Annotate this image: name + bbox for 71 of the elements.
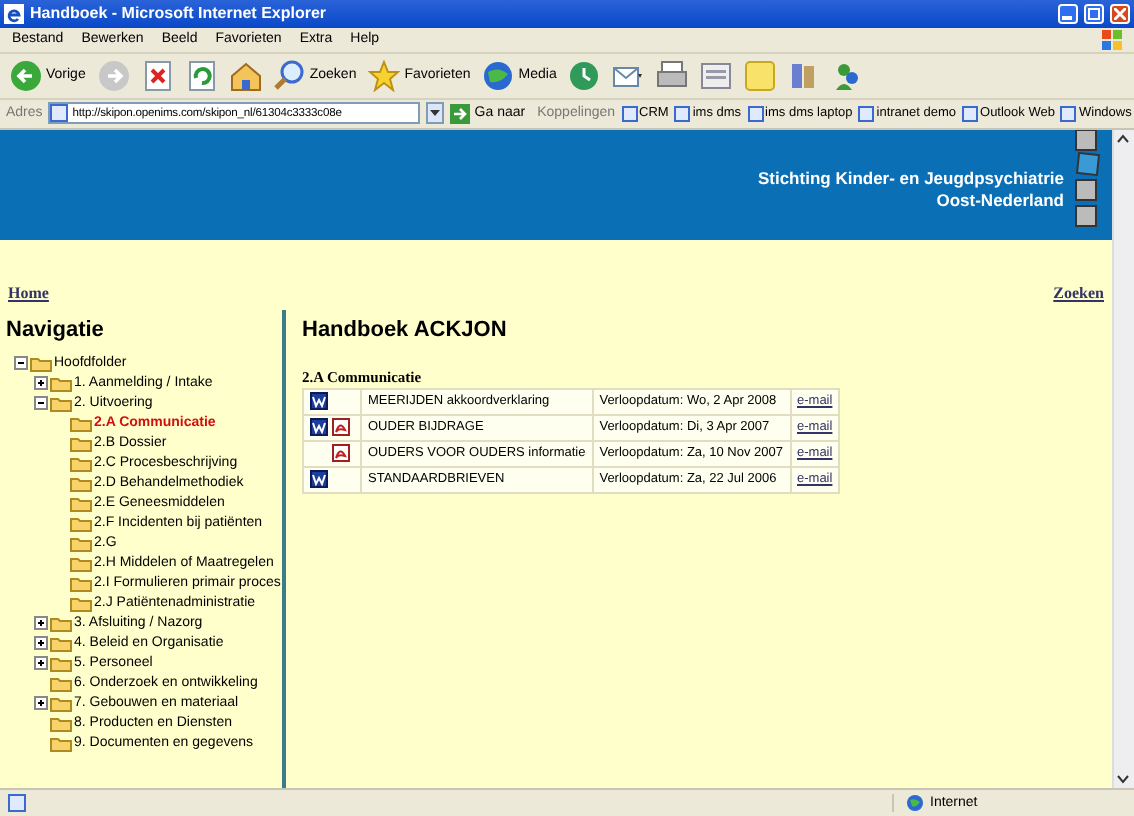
page-icon <box>1060 105 1077 122</box>
collapse-icon[interactable] <box>14 356 28 371</box>
folder-icon <box>70 474 92 493</box>
home-link[interactable]: Home <box>8 283 49 302</box>
minimize-button[interactable] <box>1058 3 1078 24</box>
collapse-icon[interactable] <box>34 396 48 411</box>
folder-icon <box>50 694 72 713</box>
page-icon <box>747 105 764 122</box>
window-title: Handboek - Microsoft Internet Explorer <box>30 4 329 23</box>
expand-icon[interactable] <box>34 696 48 711</box>
back-icon <box>10 59 42 92</box>
folder-icon <box>70 514 92 533</box>
organization-name: Oost-Nederland <box>936 189 1064 210</box>
forward-icon <box>97 59 130 92</box>
browser-icon <box>4 3 24 24</box>
folder-icon <box>70 594 92 613</box>
folder-icon <box>70 574 92 593</box>
navigation-heading: Navigatie <box>6 317 106 342</box>
folder-icon <box>70 534 92 553</box>
search-link[interactable]: Zoeken <box>1053 283 1104 302</box>
folder-icon <box>50 654 72 673</box>
search-icon <box>273 59 306 92</box>
edit-icon <box>700 59 733 92</box>
close-button[interactable] <box>1110 3 1130 24</box>
folder-icon <box>50 734 72 753</box>
page-icon <box>858 105 875 122</box>
scrollbar[interactable] <box>1112 129 1134 789</box>
folder-icon <box>50 634 72 653</box>
folder-icon <box>70 434 92 453</box>
page-icon <box>674 105 691 122</box>
folder-icon <box>50 394 72 413</box>
page-icon <box>50 104 69 123</box>
folder-icon <box>70 554 92 573</box>
folder-icon <box>70 494 92 513</box>
expand-icon[interactable] <box>34 616 48 631</box>
page-icon <box>962 105 979 122</box>
organization-name: Stichting Kinder- en Jeugdpsychiatrie <box>757 167 1064 188</box>
folder-icon <box>70 414 92 433</box>
page-heading: Handboek ACKJON <box>302 317 509 342</box>
maximize-icon <box>1088 7 1100 20</box>
expand-icon[interactable] <box>34 656 48 671</box>
expand-icon[interactable] <box>34 376 48 391</box>
dropdown-icon[interactable] <box>426 102 445 125</box>
folder-icon <box>50 614 72 633</box>
refresh-icon <box>185 59 218 92</box>
media-icon <box>482 59 515 92</box>
stop-button[interactable] <box>139 57 176 94</box>
scroll-down-icon[interactable] <box>1114 770 1132 789</box>
go-arrow-icon <box>450 103 471 124</box>
folder-icon <box>30 354 52 373</box>
scroll-up-icon[interactable] <box>1114 129 1132 148</box>
windows-logo-icon <box>1102 29 1122 50</box>
stop-icon <box>141 59 174 92</box>
folder-icon <box>50 374 72 393</box>
folder-icon <box>50 714 72 733</box>
refresh-button[interactable] <box>183 57 220 94</box>
print-icon <box>656 59 689 92</box>
close-icon <box>1114 7 1126 20</box>
favorites-icon <box>368 59 401 92</box>
folder-icon <box>70 454 92 473</box>
home-icon <box>229 59 262 92</box>
edit-button[interactable] <box>698 57 735 94</box>
history-button[interactable] <box>566 57 603 94</box>
history-icon <box>568 59 601 92</box>
home-button[interactable] <box>227 57 264 94</box>
expand-icon[interactable] <box>34 636 48 651</box>
maximize-button[interactable] <box>1084 3 1104 24</box>
page-icon <box>621 105 638 122</box>
page-icon <box>8 794 26 813</box>
globe-icon <box>906 794 924 813</box>
folder-icon <box>50 674 72 693</box>
